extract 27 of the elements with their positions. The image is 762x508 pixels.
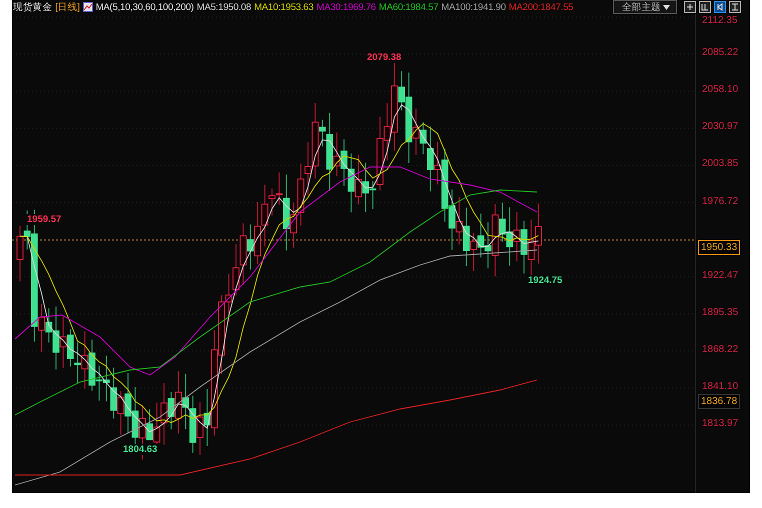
axis-tick-label: 1813.97 (702, 418, 738, 430)
moving-average-value: MA100:1941.90 (441, 2, 506, 12)
axis-tick-label: 1841.10 (702, 381, 738, 392)
indicator-name: MA(5,10,30,60,100,200) (96, 2, 194, 12)
price-annotation: 2079.38 (366, 52, 402, 63)
axis-tick-label: 2085.22 (702, 47, 738, 58)
moving-average-value: MA60:1984.57 (378, 2, 438, 12)
moving-average-value: MA200:1847.55 (508, 2, 574, 12)
price-annotation: 1959.57 (26, 214, 62, 225)
axis-tick-label: 2112.35 (702, 15, 738, 26)
axis-tick-label: 1976.72 (702, 196, 738, 206)
symbol-title: 现货黄金 (13, 0, 52, 14)
axis-tick-label: 2058.10 (702, 84, 738, 96)
axis-tick-label: 1922.47 (702, 270, 738, 281)
moving-average-value: MA5:1950.08 (196, 2, 252, 12)
price-tag: 1836.78 (698, 394, 740, 409)
axis-tick-label: 1868.22 (702, 344, 738, 355)
price-annotation: 1924.75 (527, 275, 564, 286)
axis-tick-label: 2030.97 (702, 121, 738, 132)
price-tag: 1950.33 (698, 240, 740, 255)
theme-dropdown[interactable]: 全部主题 (612, 0, 677, 14)
moving-average-value: MA30:1969.76 (316, 2, 376, 12)
price-annotation: 1804.63 (122, 444, 158, 455)
period-label: [日线] (55, 0, 80, 14)
moving-average-value: MA10:1953.63 (254, 2, 314, 12)
axis-tick-label: 2003.85 (702, 158, 738, 170)
axis-tick-label: 1895.35 (702, 306, 738, 318)
